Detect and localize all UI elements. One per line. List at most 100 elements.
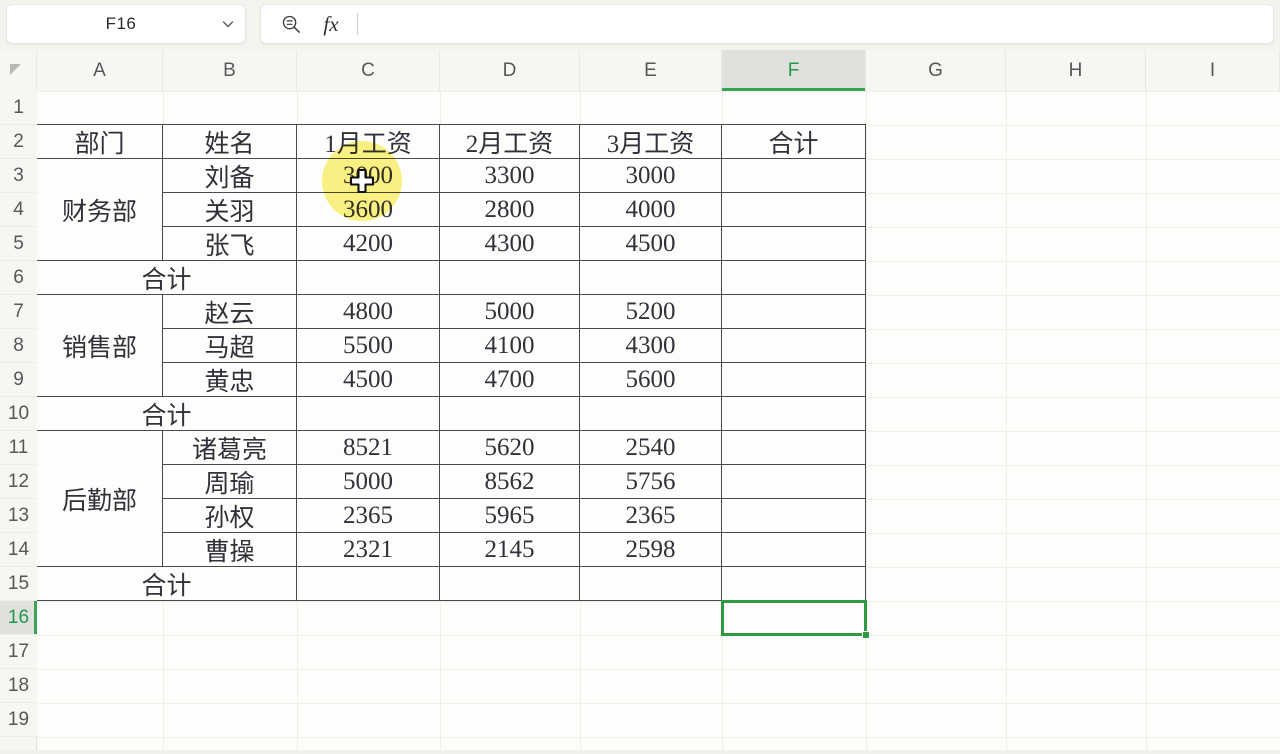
group-total-mar-r15[interactable] bbox=[579, 566, 722, 601]
row-header-14[interactable]: 14 bbox=[0, 533, 37, 567]
salary-feb-cell-r8[interactable]: 4100 bbox=[439, 328, 580, 363]
formula-input-wrap[interactable]: fx bbox=[260, 4, 1274, 44]
salary-feb-cell-r4[interactable]: 2800 bbox=[439, 192, 580, 227]
row-total-cell-r9[interactable] bbox=[721, 362, 866, 397]
group-total-jan-r15[interactable] bbox=[296, 566, 440, 601]
row-header-8[interactable]: 8 bbox=[0, 329, 37, 363]
row-header-2[interactable]: 2 bbox=[0, 125, 37, 159]
salary-feb-cell-r14[interactable]: 2145 bbox=[439, 532, 580, 567]
salary-mar-cell-r4[interactable]: 4000 bbox=[579, 192, 722, 227]
salary-jan-cell-r11[interactable]: 8521 bbox=[296, 430, 440, 465]
table-header-cell-2[interactable]: 1月工资 bbox=[296, 124, 440, 159]
row-header-11[interactable]: 11 bbox=[0, 431, 37, 465]
row-total-cell-r11[interactable] bbox=[721, 430, 866, 465]
row-header-19[interactable]: 19 bbox=[0, 703, 37, 737]
row-header-7[interactable]: 7 bbox=[0, 295, 37, 329]
chevron-down-icon[interactable] bbox=[211, 16, 245, 32]
employee-name-cell-r11[interactable]: 诸葛亮 bbox=[162, 430, 297, 465]
group-total-mar-r10[interactable] bbox=[579, 396, 722, 431]
group-total-feb-r15[interactable] bbox=[439, 566, 580, 601]
row-header-6[interactable]: 6 bbox=[0, 261, 37, 295]
salary-jan-cell-r4[interactable]: 3600 bbox=[296, 192, 440, 227]
row-header-1[interactable]: 1 bbox=[0, 91, 37, 125]
employee-name-cell-r5[interactable]: 张飞 bbox=[162, 226, 297, 261]
insert-function-icon[interactable]: fx bbox=[311, 12, 351, 37]
row-header-3[interactable]: 3 bbox=[0, 159, 37, 193]
salary-mar-cell-r12[interactable]: 5756 bbox=[579, 464, 722, 499]
row-total-cell-r13[interactable] bbox=[721, 498, 866, 533]
column-header-h[interactable]: H bbox=[1006, 50, 1146, 91]
salary-feb-cell-r12[interactable]: 8562 bbox=[439, 464, 580, 499]
employee-name-cell-r9[interactable]: 黄忠 bbox=[162, 362, 297, 397]
salary-mar-cell-r8[interactable]: 4300 bbox=[579, 328, 722, 363]
salary-feb-cell-r11[interactable]: 5620 bbox=[439, 430, 580, 465]
group-total-feb-r10[interactable] bbox=[439, 396, 580, 431]
sheet-grid[interactable]: 部门 姓名 1月工资 2月工资 3月工资 合计 财务部 刘备 3000 3300 3000 关羽 360… bbox=[37, 91, 1280, 754]
fill-handle[interactable] bbox=[862, 631, 870, 639]
group-total-sum-r15[interactable] bbox=[721, 566, 866, 601]
salary-mar-cell-r9[interactable]: 5600 bbox=[579, 362, 722, 397]
row-header-4[interactable]: 4 bbox=[0, 193, 37, 227]
employee-name-cell-r12[interactable]: 周瑜 bbox=[162, 464, 297, 499]
row-header-17[interactable]: 17 bbox=[0, 635, 37, 669]
row-header-15[interactable]: 15 bbox=[0, 567, 37, 601]
row-total-cell-r8[interactable] bbox=[721, 328, 866, 363]
employee-name-cell-r4[interactable]: 关羽 bbox=[162, 192, 297, 227]
department-cell-1[interactable]: 销售部 bbox=[37, 294, 163, 397]
salary-mar-cell-r5[interactable]: 4500 bbox=[579, 226, 722, 261]
column-header-b[interactable]: B bbox=[163, 50, 297, 91]
salary-mar-cell-r11[interactable]: 2540 bbox=[579, 430, 722, 465]
employee-name-cell-r3[interactable]: 刘备 bbox=[162, 158, 297, 193]
column-header-f[interactable]: F bbox=[722, 50, 866, 91]
group-total-label-r6[interactable]: 合计 bbox=[37, 260, 297, 295]
row-header-12[interactable]: 12 bbox=[0, 465, 37, 499]
group-total-jan-r6[interactable] bbox=[296, 260, 440, 295]
salary-feb-cell-r7[interactable]: 5000 bbox=[439, 294, 580, 329]
salary-feb-cell-r3[interactable]: 3300 bbox=[439, 158, 580, 193]
employee-name-cell-r13[interactable]: 孙权 bbox=[162, 498, 297, 533]
row-header-18[interactable]: 18 bbox=[0, 669, 37, 703]
group-total-jan-r10[interactable] bbox=[296, 396, 440, 431]
table-header-cell-4[interactable]: 3月工资 bbox=[579, 124, 722, 159]
salary-mar-cell-r13[interactable]: 2365 bbox=[579, 498, 722, 533]
row-total-cell-r12[interactable] bbox=[721, 464, 866, 499]
name-box[interactable]: F16 bbox=[6, 4, 246, 44]
row-total-cell-r7[interactable] bbox=[721, 294, 866, 329]
column-header-d[interactable]: D bbox=[440, 50, 580, 91]
row-header-9[interactable]: 9 bbox=[0, 363, 37, 397]
table-header-cell-3[interactable]: 2月工资 bbox=[439, 124, 580, 159]
salary-jan-cell-r12[interactable]: 5000 bbox=[296, 464, 440, 499]
salary-mar-cell-r7[interactable]: 5200 bbox=[579, 294, 722, 329]
table-header-cell-1[interactable]: 姓名 bbox=[162, 124, 297, 159]
table-header-cell-5[interactable]: 合计 bbox=[721, 124, 866, 159]
salary-jan-cell-r9[interactable]: 4500 bbox=[296, 362, 440, 397]
row-total-cell-r4[interactable] bbox=[721, 192, 866, 227]
salary-jan-cell-r8[interactable]: 5500 bbox=[296, 328, 440, 363]
salary-mar-cell-r14[interactable]: 2598 bbox=[579, 532, 722, 567]
group-total-label-r10[interactable]: 合计 bbox=[37, 396, 297, 431]
salary-feb-cell-r5[interactable]: 4300 bbox=[439, 226, 580, 261]
group-total-sum-r6[interactable] bbox=[721, 260, 866, 295]
group-total-sum-r10[interactable] bbox=[721, 396, 866, 431]
row-total-cell-r5[interactable] bbox=[721, 226, 866, 261]
salary-mar-cell-r3[interactable]: 3000 bbox=[579, 158, 722, 193]
row-total-cell-r3[interactable] bbox=[721, 158, 866, 193]
salary-feb-cell-r9[interactable]: 4700 bbox=[439, 362, 580, 397]
column-header-e[interactable]: E bbox=[580, 50, 722, 91]
department-cell-2[interactable]: 后勤部 bbox=[37, 430, 163, 567]
group-total-mar-r6[interactable] bbox=[579, 260, 722, 295]
table-header-cell-0[interactable]: 部门 bbox=[37, 124, 163, 159]
group-total-label-r15[interactable]: 合计 bbox=[37, 566, 297, 601]
group-total-feb-r6[interactable] bbox=[439, 260, 580, 295]
salary-jan-cell-r14[interactable]: 2321 bbox=[296, 532, 440, 567]
row-header-5[interactable]: 5 bbox=[0, 227, 37, 261]
salary-jan-cell-r3[interactable]: 3000 bbox=[296, 158, 440, 193]
row-header-10[interactable]: 10 bbox=[0, 397, 37, 431]
row-header-16[interactable]: 16 bbox=[0, 601, 37, 635]
department-cell-0[interactable]: 财务部 bbox=[37, 158, 163, 261]
column-header-a[interactable]: A bbox=[37, 50, 163, 91]
row-total-cell-r14[interactable] bbox=[721, 532, 866, 567]
formula-search-icon[interactable] bbox=[271, 14, 311, 35]
employee-name-cell-r8[interactable]: 马超 bbox=[162, 328, 297, 363]
salary-jan-cell-r7[interactable]: 4800 bbox=[296, 294, 440, 329]
